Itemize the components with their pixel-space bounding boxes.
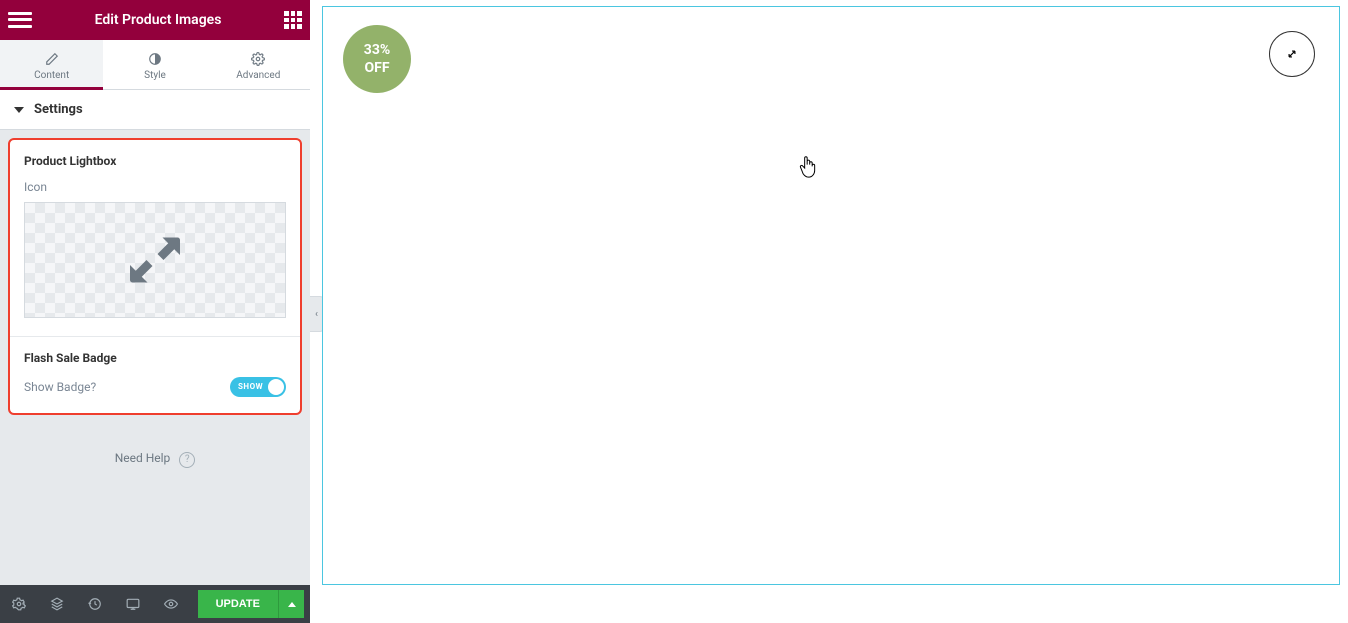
chevron-up-icon: [288, 602, 296, 607]
menu-icon[interactable]: [8, 10, 32, 30]
expand-arrows-icon: [125, 230, 185, 290]
show-badge-row: Show Badge? SHOW: [24, 377, 286, 397]
toggle-text: SHOW: [238, 377, 263, 397]
show-badge-toggle[interactable]: SHOW: [230, 377, 286, 397]
gear-icon: [251, 52, 265, 66]
need-help-label: Need Help: [115, 451, 171, 465]
tab-label: Style: [103, 70, 206, 81]
tab-content[interactable]: Content: [0, 40, 103, 89]
widgets-icon[interactable]: [284, 11, 302, 29]
history-button[interactable]: [76, 585, 114, 623]
icon-image-picker[interactable]: [24, 202, 286, 318]
badge-off: OFF: [364, 59, 389, 77]
panel-body: Product Lightbox Icon Flash Sale Badge S…: [0, 130, 310, 476]
discount-badge: 33% OFF: [343, 25, 411, 93]
chevron-down-icon: [14, 107, 24, 113]
field-icon-label: Icon: [24, 180, 286, 194]
contrast-icon: [148, 52, 162, 66]
tab-advanced[interactable]: Advanced: [207, 40, 310, 89]
group-flash-sale: Flash Sale Badge: [24, 351, 286, 365]
sidebar-header: Edit Product Images: [0, 0, 310, 40]
editor-tabs: Content Style Advanced: [0, 40, 310, 90]
need-help[interactable]: Need Help ?: [8, 451, 302, 468]
lightbox-zoom-button[interactable]: [1269, 31, 1315, 77]
pencil-icon: [45, 52, 59, 66]
settings-highlight-box: Product Lightbox Icon Flash Sale Badge S…: [8, 138, 302, 415]
tab-style[interactable]: Style: [103, 40, 206, 89]
update-group: UPDATE: [198, 590, 304, 618]
group-product-lightbox: Product Lightbox: [24, 154, 286, 168]
section-settings[interactable]: Settings: [0, 90, 310, 130]
update-options-button[interactable]: [278, 590, 304, 618]
tab-label: Content: [0, 70, 103, 81]
preview-canvas[interactable]: 33% OFF: [322, 6, 1340, 585]
update-button[interactable]: UPDATE: [198, 590, 278, 618]
tab-label: Advanced: [207, 70, 310, 81]
responsive-button[interactable]: [114, 585, 152, 623]
bottom-bar: UPDATE: [0, 585, 310, 623]
divider: [10, 336, 300, 337]
preview-button[interactable]: [152, 585, 190, 623]
show-badge-label: Show Badge?: [24, 380, 96, 394]
expand-icon: [1285, 47, 1299, 61]
toggle-knob: [268, 379, 284, 395]
badge-percent: 33%: [364, 41, 390, 59]
settings-gear-button[interactable]: [0, 585, 38, 623]
editor-sidebar: Edit Product Images Content Style Advanc…: [0, 0, 310, 623]
section-title: Settings: [34, 102, 83, 117]
help-icon: ?: [179, 452, 195, 468]
panel-title: Edit Product Images: [32, 12, 284, 28]
navigator-button[interactable]: [38, 585, 76, 623]
